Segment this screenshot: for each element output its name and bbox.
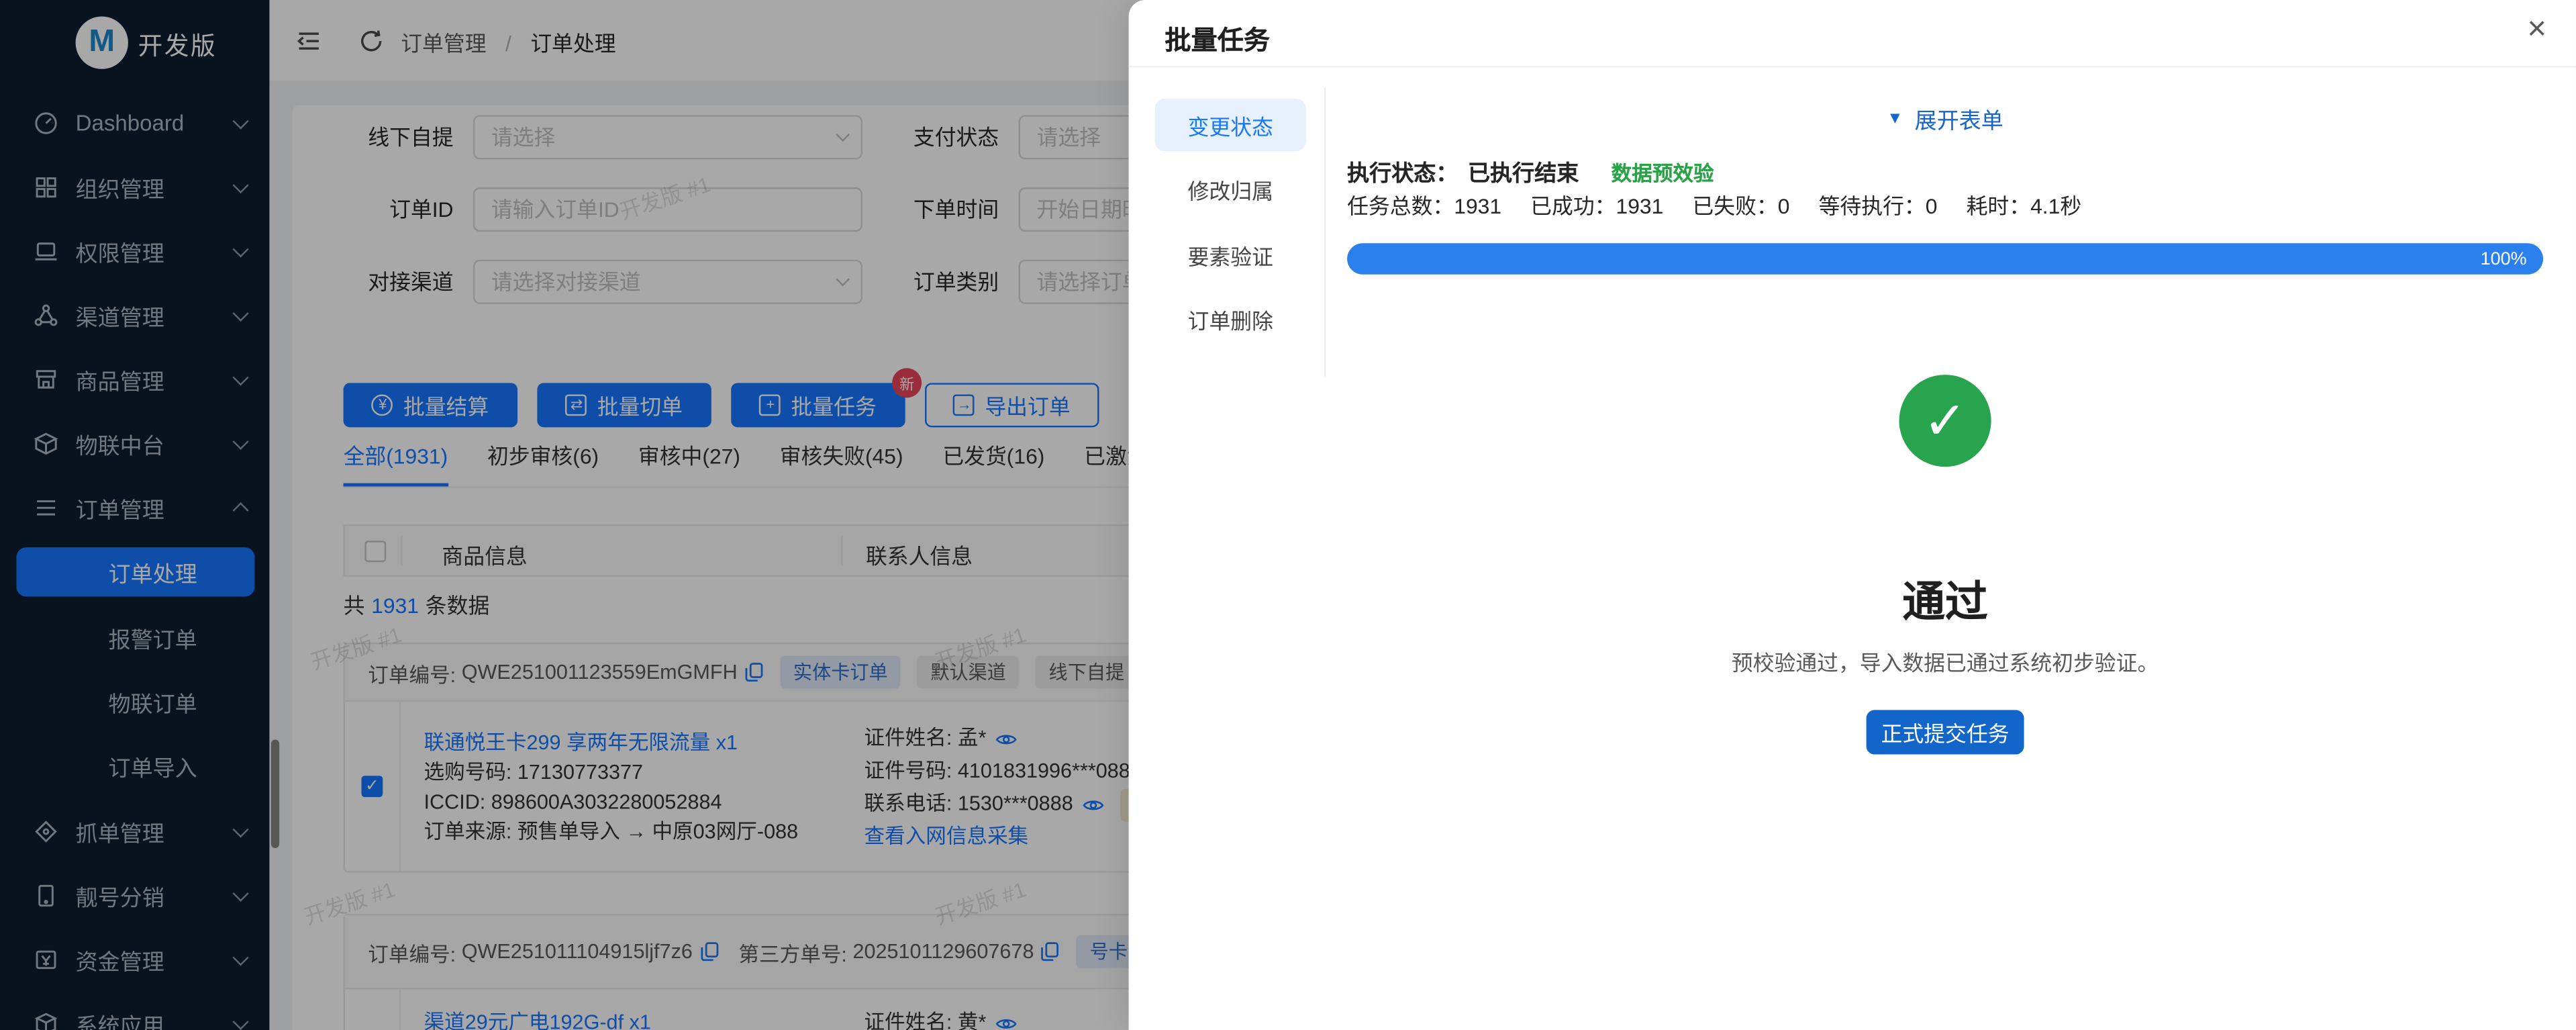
divider <box>1324 87 1326 377</box>
drawer-menu-modify-ownership[interactable]: 修改归属 <box>1155 164 1306 216</box>
progress-percent: 100% <box>2481 249 2527 269</box>
data-precheck-tag: 数据预效验 <box>1612 162 1714 185</box>
drawer-menu-change-status[interactable]: 变更状态 <box>1155 99 1306 151</box>
drawer-title: 批量任务 <box>1165 18 1270 58</box>
app-root: M 开发版 Dashboard 组织管理 权限管理 渠道管理 商品管理 <box>0 0 2576 1030</box>
execution-status-line: 执行状态： 已执行结束 数据预效验 <box>1347 154 1714 187</box>
stat-total: 1931 <box>1454 194 1501 219</box>
drawer-menu-element-verify[interactable]: 要素验证 <box>1155 228 1306 281</box>
success-check-icon: ✓ <box>1899 375 1991 467</box>
drawer-content: ▼ 展开表单 执行状态： 已执行结束 数据预效验 任务总数：1931 已成功：19… <box>1347 82 2543 1030</box>
stat-success: 1931 <box>1616 194 1664 219</box>
submit-task-button[interactable]: 正式提交任务 <box>1867 710 2024 754</box>
stat-failed: 0 <box>1778 194 1790 219</box>
execution-status-label: 执行状态： <box>1347 161 1458 186</box>
stat-elapsed: 4.1秒 <box>2030 194 2081 219</box>
triangle-down-icon: ▼ <box>1887 109 1903 128</box>
expand-form-link[interactable]: ▼ 展开表单 <box>1887 102 2003 135</box>
drawer-menu: 变更状态 修改归属 要素验证 订单删除 <box>1155 99 1306 359</box>
batch-task-drawer: 批量任务 × 变更状态 修改归属 要素验证 订单删除 ▼ 展开表单 执行状态： 已… <box>1129 0 2576 1030</box>
close-icon[interactable]: × <box>2527 13 2546 46</box>
task-stats-line: 任务总数：1931 已成功：1931 已失败：0 等待执行：0 耗时：4.1秒 <box>1347 189 2104 220</box>
result-title: 通过 <box>1902 569 1987 630</box>
stat-waiting: 0 <box>1926 194 1938 219</box>
drawer-header: 批量任务 × <box>1129 0 2576 67</box>
progress-bar: 100% <box>1347 243 2543 275</box>
result-description: 预校验通过，导入数据已通过系统初步验证。 <box>1732 646 2159 677</box>
execution-status-value: 已执行结束 <box>1468 161 1579 186</box>
drawer-menu-order-delete[interactable]: 订单删除 <box>1155 293 1306 346</box>
